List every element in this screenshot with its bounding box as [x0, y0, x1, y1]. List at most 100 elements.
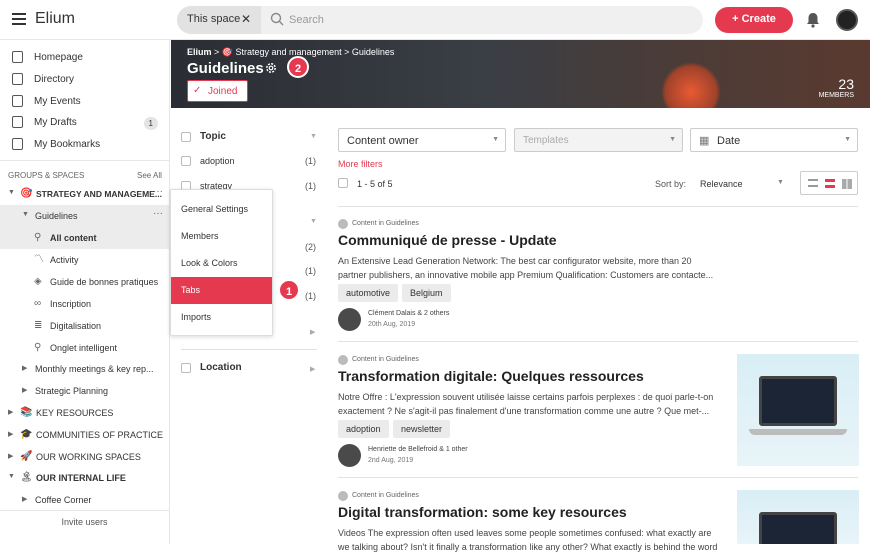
sort-select[interactable]: Relevance — [700, 179, 743, 189]
tree-working-spaces[interactable]: ▶ 🚀 OUR WORKING SPACES — [0, 446, 169, 468]
tag-chip[interactable]: newsletter — [393, 420, 451, 438]
search-icon — [270, 12, 284, 26]
tree-internal-life[interactable]: ▼ 🏝 OUR INTERNAL LIFE — [0, 467, 169, 489]
compact-view-icon[interactable] — [825, 179, 835, 188]
filter-checkbox[interactable] — [181, 156, 191, 166]
filter-location[interactable]: Location — [181, 362, 316, 376]
tree-guidelines[interactable]: ▼ Guidelines ··· — [0, 205, 169, 227]
sidebar-item-events[interactable]: My Events — [12, 94, 162, 112]
chevron-down-icon: ▼ — [669, 136, 676, 143]
more-filters-link[interactable]: More filters — [338, 159, 383, 169]
tree-communities[interactable]: ▶ 🎓 COMMUNITIES OF PRACTICE — [0, 424, 169, 446]
tree-key-resources[interactable]: ▶ 📚 KEY RESOURCES — [0, 402, 169, 424]
content-owner-dropdown[interactable]: Content owner ▼ — [338, 128, 506, 152]
chevron-down-icon[interactable]: ▼ — [22, 211, 29, 218]
clear-scope-icon[interactable]: ✕ — [241, 12, 251, 26]
date-dropdown[interactable]: ▦ Date ▼ — [690, 128, 858, 152]
card-title[interactable]: Transformation digitale: Quelques ressou… — [338, 368, 644, 384]
menu-item-tabs[interactable]: Tabs — [171, 277, 272, 304]
chevron-right-icon[interactable]: ▶ — [310, 365, 315, 373]
menu-item-imports[interactable]: Imports — [171, 304, 272, 331]
author-avatar[interactable] — [338, 444, 361, 467]
members-count[interactable]: 23 — [838, 76, 854, 92]
tree-strategic-planning[interactable]: ▶ Strategic Planning — [0, 380, 169, 402]
joined-button[interactable]: ✓ Joined — [187, 80, 248, 102]
menu-item-members[interactable]: Members — [171, 223, 272, 250]
chevron-right-icon[interactable]: ▶ — [310, 328, 315, 336]
drafts-count-badge: 1 — [143, 117, 158, 130]
space-icon — [338, 355, 348, 365]
notifications-bell-icon[interactable] — [805, 12, 821, 28]
more-options-icon[interactable]: ··· — [153, 208, 163, 219]
drafts-icon — [12, 116, 23, 128]
tree-guide[interactable]: ◈ Guide de bonnes pratiques — [0, 271, 169, 293]
chevron-right-icon[interactable]: ▶ — [8, 452, 13, 460]
chevron-down-icon[interactable]: ▼ — [8, 189, 15, 196]
grid-view-icon[interactable] — [842, 179, 852, 189]
chevron-right-icon[interactable]: ▶ — [22, 364, 27, 372]
sidebar-item-homepage[interactable]: Homepage — [12, 50, 162, 68]
step-marker-1: 1 — [278, 279, 300, 301]
card-source: Content in Guidelines — [338, 219, 419, 229]
search-icon: ⚲ — [34, 342, 42, 353]
app-logo[interactable]: Elium — [35, 10, 75, 28]
user-avatar[interactable] — [836, 9, 858, 31]
tree-activity[interactable]: 〽 Activity — [0, 249, 169, 271]
chevron-right-icon[interactable]: ▶ — [22, 386, 27, 394]
chevron-right-icon[interactable]: ▶ — [8, 408, 13, 416]
author-avatar[interactable] — [338, 308, 361, 331]
tree-all-content[interactable]: ⚲ All content — [0, 227, 169, 249]
invite-users-link[interactable]: Invite users — [0, 517, 169, 527]
menu-item-look-colors[interactable]: Look & Colors — [171, 250, 272, 277]
card-thumbnail[interactable] — [737, 490, 859, 544]
hamburger-menu-icon[interactable] — [12, 13, 26, 25]
sidebar-divider — [0, 160, 169, 161]
tree-digitalisation[interactable]: ≣ Digitalisation — [0, 315, 169, 337]
card-title[interactable]: Communiqué de presse - Update — [338, 232, 557, 248]
tree-onglet[interactable]: ⚲ Onglet intelligent — [0, 337, 169, 359]
author-name[interactable]: Henriette de Bellefroid & 1 other — [368, 446, 468, 453]
create-button[interactable]: + Create — [715, 7, 793, 33]
more-options-icon[interactable]: ··· — [153, 186, 163, 197]
laptop-image — [759, 376, 837, 426]
tag-chip[interactable]: adoption — [338, 420, 389, 438]
tree-coffee-corner[interactable]: ▶ Coffee Corner — [0, 489, 169, 511]
filter-item[interactable]: adoption (1) — [181, 155, 316, 169]
menu-item-general-settings[interactable]: General Settings — [171, 196, 272, 223]
sidebar-item-drafts[interactable]: My Drafts 1 — [12, 115, 162, 133]
tag-chip[interactable]: Belgium — [402, 284, 451, 302]
card-date: 2nd Aug, 2019 — [368, 457, 414, 464]
filter-topic[interactable]: Topic — [181, 131, 316, 145]
filter-divider — [181, 349, 317, 350]
see-all-link[interactable]: See All — [137, 171, 162, 180]
chevron-down-icon[interactable]: ▼ — [777, 179, 784, 186]
search-input[interactable]: Search — [289, 14, 324, 26]
search-bar[interactable]: This space ✕ Search — [177, 6, 703, 34]
chevron-right-icon[interactable]: ▶ — [22, 495, 27, 503]
tree-inscription[interactable]: ∞ Inscription — [0, 293, 169, 315]
divider — [338, 341, 858, 342]
chevron-down-icon[interactable]: ▼ — [8, 473, 15, 480]
card-source: Content in Guidelines — [338, 491, 419, 501]
author-name[interactable]: Clément Dalais & 2 others — [368, 310, 449, 317]
card-title[interactable]: Digital transformation: some key resourc… — [338, 504, 627, 520]
select-all-checkbox[interactable] — [338, 178, 348, 188]
step-marker-2: 2 — [287, 56, 309, 78]
sidebar-item-bookmarks[interactable]: My Bookmarks — [12, 137, 162, 155]
list-view-icon[interactable] — [808, 179, 818, 187]
search-scope-chip[interactable]: This space ✕ — [177, 6, 261, 34]
location-checkbox[interactable] — [181, 363, 191, 373]
groups-spaces-heading: GROUPS & SPACES — [8, 171, 85, 180]
chevron-down-icon[interactable]: ▼ — [310, 133, 317, 140]
gear-icon[interactable] — [264, 61, 278, 75]
tree-monthly[interactable]: ▶ Monthly meetings & key rep... — [0, 358, 169, 380]
chevron-right-icon[interactable]: ▶ — [8, 430, 13, 438]
chevron-down-icon[interactable]: ▼ — [310, 218, 317, 225]
card-thumbnail[interactable] — [737, 354, 859, 466]
tree-strategy[interactable]: ▼ 🎯 STRATEGY AND MANAGEME... ··· — [0, 183, 169, 205]
sidebar-item-directory[interactable]: Directory — [12, 72, 162, 90]
templates-dropdown[interactable]: Templates ▼ — [514, 128, 683, 152]
topic-checkbox[interactable] — [181, 132, 191, 142]
tag-chip[interactable]: automotive — [338, 284, 399, 302]
content-card[interactable]: Content in Guidelines Communiqué de pres… — [338, 219, 858, 335]
